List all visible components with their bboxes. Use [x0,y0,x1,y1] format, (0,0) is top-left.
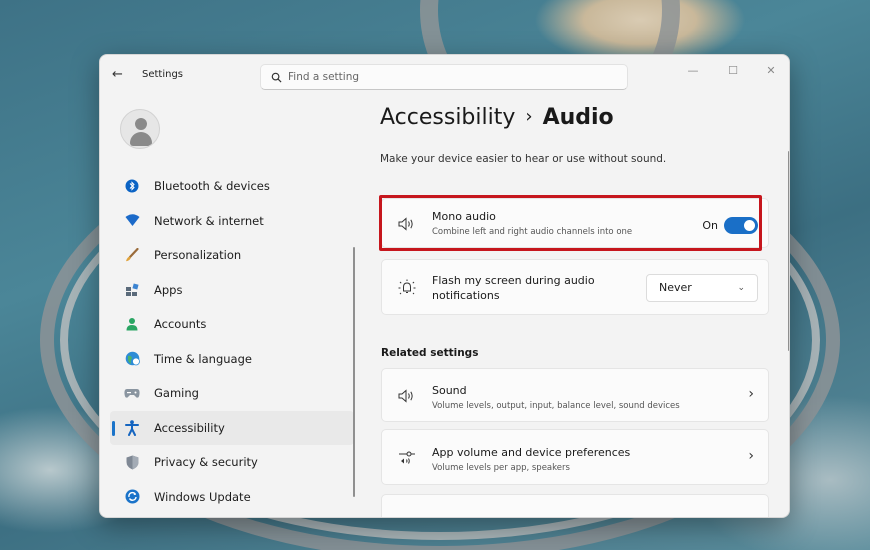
search-box[interactable] [260,64,628,90]
search-icon [271,72,282,83]
wifi-icon [124,213,140,229]
toggle-knob [744,220,755,231]
speaker-icon [398,387,416,405]
avatar-head [135,118,147,130]
chevron-right-icon: › [748,386,754,402]
minimize-button[interactable]: — [684,64,702,77]
sidebar-item-accessibility[interactable]: Accessibility [110,410,354,445]
back-button[interactable]: ← [112,67,128,83]
flash-icon [398,279,416,297]
avatar-body [130,132,152,146]
sidebar-item-label: Windows Update [154,489,251,504]
sidebar-item-network[interactable]: Network & internet [110,204,354,239]
sidebar-item-label: Accessibility [154,420,225,435]
sidebar-item-bluetooth[interactable]: Bluetooth & devices [110,169,354,204]
sidebar-item-personalization[interactable]: Personalization [110,238,354,273]
page-subtitle: Make your device easier to hear or use w… [380,153,667,165]
app-title: Settings [142,69,184,80]
user-avatar[interactable] [120,109,160,149]
mono-audio-card[interactable]: Mono audio Combine left and right audio … [381,198,769,248]
related-settings-heading: Related settings [381,347,479,359]
globe-clock-icon [124,351,140,367]
settings-window: ← Settings — ☐ ✕ Bluetooth & devices N [99,54,790,518]
breadcrumb-separator: › [525,106,533,127]
apps-icon [124,282,140,298]
maximize-button[interactable]: ☐ [724,64,742,77]
sidebar-item-windows-update[interactable]: Windows Update [110,480,354,515]
person-icon [124,316,140,332]
bluetooth-icon [124,178,140,194]
update-icon [124,489,140,505]
app-volume-description: Volume levels per app, speakers [432,463,570,473]
next-card-partial[interactable] [381,494,769,517]
sound-title: Sound [432,384,467,397]
main-scrollbar[interactable] [788,151,789,351]
sidebar-item-label: Time & language [154,351,252,366]
mono-audio-state: On [702,219,718,232]
sidebar-item-privacy[interactable]: Privacy & security [110,445,354,480]
app-volume-title: App volume and device preferences [432,446,631,459]
sidebar-item-label: Privacy & security [154,455,258,470]
sidebar-item-label: Personalization [154,248,242,263]
sidebar-item-label: Network & internet [154,213,264,228]
page-title: Audio [542,105,614,130]
speaker-icon [398,215,416,233]
dropdown-value: Never [659,281,692,294]
sidebar-item-accounts[interactable]: Accounts [110,307,354,342]
flash-screen-card[interactable]: Flash my screen during audio notificatio… [381,259,769,315]
sidebar-item-gaming[interactable]: Gaming [110,376,354,411]
sidebar-scrollbar[interactable] [353,247,355,497]
breadcrumb-parent[interactable]: Accessibility [380,105,515,130]
sidebar-item-time-language[interactable]: Time & language [110,342,354,377]
title-bar: ← Settings — ☐ ✕ [100,55,789,95]
sidebar-item-label: Bluetooth & devices [154,179,270,194]
sidebar-nav: Bluetooth & devices Network & internet P… [110,169,354,514]
shield-icon [124,454,140,470]
sidebar-item-apps[interactable]: Apps [110,273,354,308]
sound-description: Volume levels, output, input, balance le… [432,401,680,411]
mono-audio-title: Mono audio [432,210,496,223]
gamepad-icon [124,385,140,401]
chevron-right-icon: › [748,448,754,464]
brush-icon [124,247,140,263]
mixer-icon [398,449,416,467]
sidebar-item-label: Accounts [154,317,207,332]
sound-card[interactable]: Sound Volume levels, output, input, bala… [381,368,769,422]
flash-screen-title-line1: Flash my screen during audio [432,274,595,287]
sidebar-item-label: Apps [154,282,183,297]
accessibility-icon [124,420,140,436]
mono-audio-description: Combine left and right audio channels in… [432,227,633,237]
flash-screen-title-line2: notifications [432,289,500,302]
app-volume-card[interactable]: App volume and device preferences Volume… [381,429,769,485]
breadcrumb: Accessibility › Audio [380,105,614,130]
sidebar-item-label: Gaming [154,386,199,401]
close-button[interactable]: ✕ [762,64,780,77]
chevron-down-icon: ⌄ [737,283,745,293]
flash-screen-dropdown[interactable]: Never ⌄ [646,274,758,302]
mono-audio-toggle[interactable] [724,217,758,234]
search-input[interactable] [288,71,608,83]
